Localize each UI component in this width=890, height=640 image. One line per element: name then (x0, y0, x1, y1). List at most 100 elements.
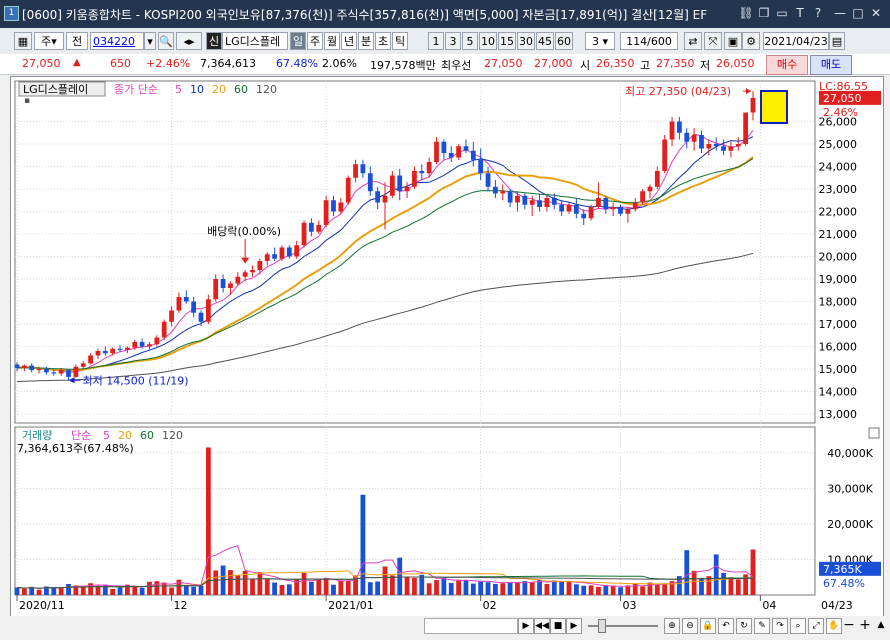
volume-bar (205, 447, 211, 595)
plus-icon[interactable]: + (858, 618, 872, 632)
volume-subtitle: 7,364,613주(67.48%) (17, 442, 134, 455)
candle-body (419, 171, 425, 174)
tile-icon[interactable]: ▭ (774, 5, 790, 21)
link-icon[interactable]: ⛓ (738, 5, 754, 21)
fullscreen-icon[interactable]: ⤢ (808, 618, 824, 634)
candle-body (662, 139, 668, 171)
close-icon[interactable]: ✕ (868, 5, 884, 21)
stop-icon[interactable]: ■ (550, 618, 566, 634)
volume-bar (338, 580, 344, 595)
period-tab-2[interactable]: 월 (324, 32, 340, 50)
volume-bar (345, 580, 351, 595)
candle-body (588, 207, 594, 219)
custom-interval-select[interactable]: 3 ▾ (585, 32, 615, 50)
play-icon[interactable]: ▶ (566, 618, 582, 634)
volume-bar (272, 582, 277, 595)
volume-bar (728, 577, 734, 595)
calendar-icon[interactable]: ▤ (829, 32, 845, 50)
low-label: 저 (700, 59, 711, 72)
interval-button-3[interactable]: 10 (479, 32, 497, 50)
chart-area[interactable]: 26,000 25,000 24,000 23,000 22,000 21,000 20,0… (10, 76, 884, 618)
candle-body (132, 342, 138, 348)
price-axis-tick: 24,000 (819, 161, 858, 174)
sell-button[interactable]: 매도 (810, 55, 852, 75)
candle-body (441, 141, 447, 153)
period-tab-6[interactable]: 틱 (392, 32, 408, 50)
maximize-icon[interactable]: □ (850, 5, 866, 21)
save-icon[interactable]: ▣ (724, 32, 742, 50)
price-axis-tick: 17,000 (819, 318, 858, 331)
redo-icon[interactable]: ↷ (772, 618, 788, 634)
zoom-in-icon[interactable]: ⊕ (664, 618, 680, 634)
interval-button-1[interactable]: 3 (445, 32, 461, 50)
period-tab-5[interactable]: 초 (375, 32, 391, 50)
period-tab-4[interactable]: 분 (358, 32, 374, 50)
candle-body (559, 204, 565, 212)
candle-body (389, 175, 395, 196)
volume-bar (573, 584, 579, 595)
volume-bar (522, 581, 528, 595)
data-count-field[interactable]: 114/600 (620, 32, 678, 50)
stock-name-tag: LG디스플레이 (23, 83, 88, 96)
zoom-slider-handle[interactable] (598, 619, 606, 633)
interval-button-4[interactable]: 15 (498, 32, 516, 50)
help-icon[interactable]: ? (810, 5, 826, 21)
candle-body (117, 348, 123, 350)
period-tab-3[interactable]: 년 (341, 32, 357, 50)
candle-body (654, 171, 660, 187)
compare-icon[interactable]: ⤧ (704, 32, 722, 50)
settings-gear-icon[interactable]: ⚙ (742, 32, 760, 50)
increase-icon[interactable]: ▲ (874, 618, 888, 632)
volume-bar (551, 580, 557, 595)
volume-bar (147, 581, 152, 595)
sound-icon[interactable]: ◂▸ (176, 32, 202, 50)
interval-button-7[interactable]: 60 (555, 32, 573, 50)
undo-icon[interactable]: ↶ (718, 618, 734, 634)
type-select[interactable]: 주▾ (34, 32, 64, 50)
volume-bar (493, 583, 498, 595)
volume-bar (500, 583, 506, 595)
date-input[interactable]: 2021/04/23 (763, 32, 829, 50)
pin-icon[interactable]: T (792, 5, 808, 21)
edit-icon[interactable]: ✎ (754, 618, 770, 634)
scroll-right-icon[interactable]: ▶ (518, 618, 534, 634)
lock-icon[interactable]: 🔒 (700, 618, 716, 634)
zoom-search-icon[interactable]: ⌕ (790, 618, 806, 634)
interval-button-6[interactable]: 45 (536, 32, 554, 50)
code-dropdown-icon[interactable]: ▾ (144, 32, 156, 50)
interval-button-2[interactable]: 5 (462, 32, 478, 50)
zoom-out-icon[interactable]: ⊖ (682, 618, 698, 634)
scroll-track[interactable] (424, 618, 518, 634)
volume-bar (566, 581, 572, 595)
interval-button-5[interactable]: 30 (517, 32, 535, 50)
price-legend-ma-10: 10 (190, 83, 204, 96)
candle-body (375, 191, 381, 203)
hand-icon[interactable]: ✋ (826, 618, 842, 634)
candle-body (544, 198, 550, 207)
time-axis-label: 02 (483, 599, 497, 612)
refresh-icon[interactable]: ↻ (736, 618, 752, 634)
period-tab-0[interactable]: 일 (290, 32, 306, 50)
indicator-icon[interactable]: ⇄ (684, 32, 702, 50)
candle-body (529, 200, 535, 205)
restore-icon[interactable]: ❐ (756, 5, 772, 21)
minus-icon[interactable]: − (842, 618, 856, 632)
interval-button-0[interactable]: 1 (428, 32, 444, 50)
candle-body (102, 351, 108, 354)
candle-body (44, 369, 49, 373)
candle-body (272, 254, 277, 259)
grid-icon[interactable]: ▦ (14, 32, 32, 50)
window-title: [0600] 키움종합차트 - KOSPI200 외국인보유[87,376(천)… (22, 8, 708, 22)
scope-select[interactable]: 전 (66, 32, 88, 50)
volume-bar (389, 575, 395, 595)
price-axis-tick: 21,000 (819, 228, 858, 241)
candle-body (360, 164, 366, 174)
minimize-icon[interactable]: — (832, 5, 848, 21)
search-icon[interactable]: 🔍 (158, 32, 174, 50)
stock-code-input[interactable]: 034220 (90, 32, 144, 50)
credit-badge: 신 (206, 32, 222, 50)
buy-button[interactable]: 매수 (766, 55, 808, 75)
rewind-icon[interactable]: ◀◀ (534, 618, 550, 634)
period-tab-1[interactable]: 주 (307, 32, 323, 50)
chart-canvas[interactable]: 26,00025,00024,00023,00022,00021,00020,0… (11, 77, 883, 617)
